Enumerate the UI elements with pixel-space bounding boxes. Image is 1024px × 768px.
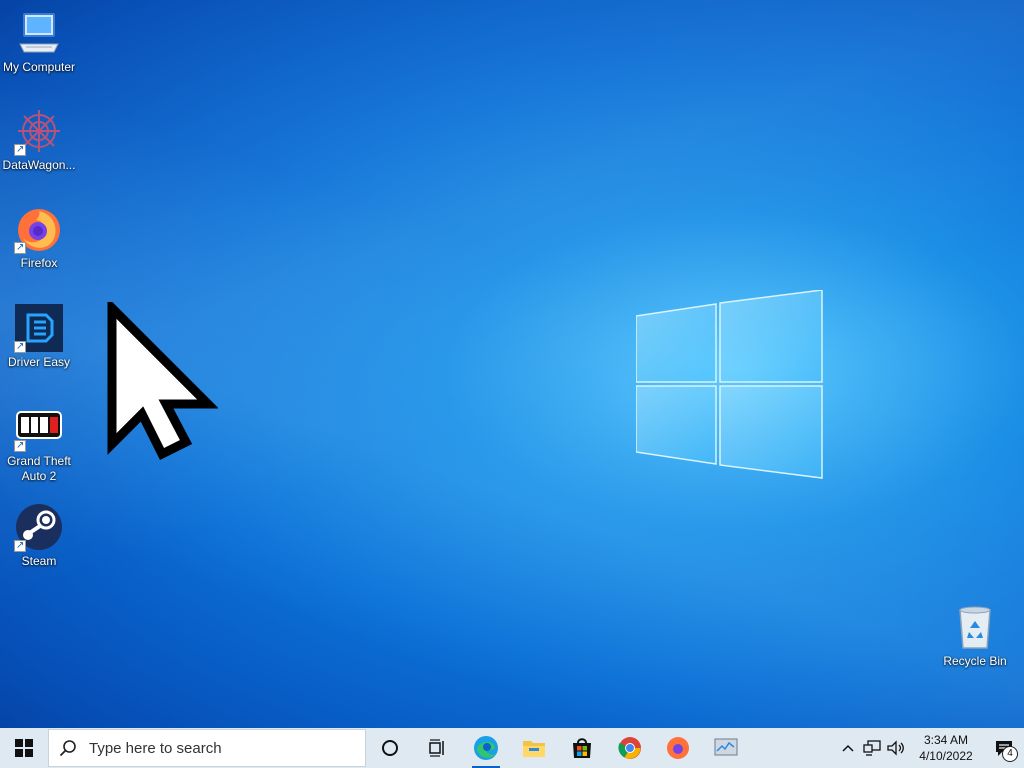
search-placeholder: Type here to search xyxy=(89,739,222,757)
network-button[interactable] xyxy=(860,728,884,768)
desktop-icon-recycle-bin[interactable]: Recycle Bin xyxy=(936,602,1014,669)
task-view-button[interactable] xyxy=(414,728,462,768)
desktop-icon-label: Steam xyxy=(21,554,57,568)
show-hidden-icons-button[interactable] xyxy=(836,728,860,768)
start-button[interactable] xyxy=(0,728,48,768)
firefox-icon xyxy=(667,737,689,759)
shortcut-arrow-icon xyxy=(14,142,26,157)
shortcut-arrow-icon xyxy=(14,339,26,354)
shortcut-arrow-icon xyxy=(14,538,26,553)
clock-time: 3:34 AM xyxy=(923,733,969,747)
mouse-cursor-icon xyxy=(107,302,218,461)
shortcut-arrow-icon xyxy=(14,438,26,453)
desktop-icon-label: My Computer xyxy=(2,60,76,74)
desktop-icon-label: Recycle Bin xyxy=(943,654,1007,668)
cortana-button[interactable] xyxy=(366,728,414,768)
task-manager-icon xyxy=(714,738,738,756)
taskbar-app-chrome[interactable] xyxy=(606,728,654,768)
my-computer-icon xyxy=(19,13,59,53)
desktop-icon-label: DataWagon... xyxy=(2,158,76,172)
task-view-icon xyxy=(429,739,444,757)
edge-icon xyxy=(474,736,498,760)
windows-wallpaper-logo xyxy=(636,290,823,479)
taskbar-app-store[interactable] xyxy=(558,728,606,768)
clock-date: 4/10/2022 xyxy=(919,749,973,763)
recycle-bin-icon xyxy=(959,606,991,649)
search-icon xyxy=(59,740,76,757)
desktop-icon-label: Grand Theft Auto 2 xyxy=(7,454,71,483)
file-explorer-icon xyxy=(523,741,545,757)
network-icon xyxy=(863,740,881,756)
volume-button[interactable] xyxy=(884,728,908,768)
desktop-icon-driver-easy[interactable]: Driver Easy xyxy=(0,303,78,370)
action-center-button[interactable]: 4 xyxy=(984,728,1024,768)
cortana-icon xyxy=(382,740,398,756)
taskbar-search-box[interactable]: Type here to search xyxy=(48,729,366,767)
desktop-icon-steam[interactable]: Steam xyxy=(0,502,78,569)
windows-start-icon xyxy=(15,739,33,757)
volume-icon xyxy=(887,740,904,756)
desktop-icon-label: Driver Easy xyxy=(7,355,70,369)
system-tray: 3:34 AM 4/10/2022 4 xyxy=(836,728,1024,768)
taskbar: Type here to search 3:34 AM 4/10/2022 4 xyxy=(0,728,1024,768)
chevron-up-icon xyxy=(842,744,854,752)
desktop-icon-label: Firefox xyxy=(20,256,58,270)
taskbar-app-task-manager[interactable] xyxy=(702,728,750,768)
taskbar-app-edge[interactable] xyxy=(462,728,510,768)
desktop-icon-firefox[interactable]: Firefox xyxy=(0,204,78,271)
shortcut-arrow-icon xyxy=(14,240,26,255)
notification-count-badge: 4 xyxy=(1002,746,1018,762)
desktop-icon-gta2[interactable]: Grand Theft Auto 2 xyxy=(0,402,78,484)
desktop-icon-my-computer[interactable]: My Computer xyxy=(0,8,78,75)
taskbar-app-firefox[interactable] xyxy=(654,728,702,768)
taskbar-clock[interactable]: 3:34 AM 4/10/2022 xyxy=(914,732,978,764)
desktop-icon-datawagon[interactable]: DataWagon... xyxy=(0,106,78,173)
taskbar-app-file-explorer[interactable] xyxy=(510,728,558,768)
store-icon xyxy=(573,738,591,758)
chrome-icon xyxy=(618,737,641,759)
